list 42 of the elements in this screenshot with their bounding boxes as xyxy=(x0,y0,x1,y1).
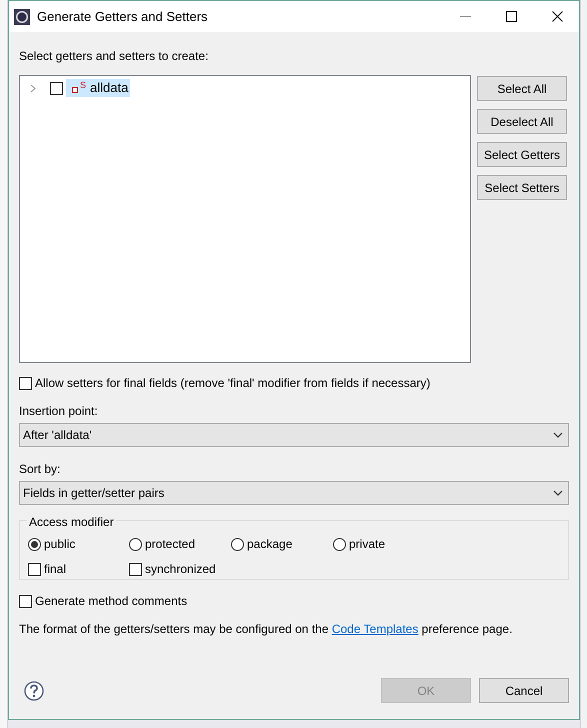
tree-label: Select getters and setters to create: xyxy=(19,48,210,65)
chevron-right-icon[interactable] xyxy=(30,84,36,92)
side-button[interactable]: Deselect All xyxy=(477,109,567,134)
radio-label: package xyxy=(247,536,292,553)
radio-button[interactable] xyxy=(333,538,346,550)
radio-button[interactable] xyxy=(231,538,244,550)
radio-button[interactable] xyxy=(129,538,142,550)
checkbox-label: Generate method comments xyxy=(35,593,188,610)
dropdown[interactable]: After 'alldata' xyxy=(19,423,569,447)
chevron-down-icon xyxy=(553,490,563,496)
checkbox-label: final xyxy=(44,561,66,578)
tree-item[interactable]: S alldata xyxy=(66,79,130,97)
radio-button[interactable] xyxy=(28,538,41,550)
close-icon[interactable] xyxy=(552,11,563,22)
code-templates-link[interactable]: Code Templates xyxy=(332,622,418,636)
chevron-down-icon xyxy=(553,432,563,438)
tree-item-label: alldata xyxy=(90,79,128,98)
radio-label: protected xyxy=(145,536,196,553)
checkbox[interactable] xyxy=(19,376,32,390)
side-button[interactable]: Select All xyxy=(477,76,567,101)
side-button[interactable]: Select Getters xyxy=(477,142,567,167)
dropdown-value: After 'alldata' xyxy=(23,427,92,444)
checkbox-label: Allow setters for final fields (remove 'final' modifier from fields if necessary) xyxy=(35,375,430,392)
static-modifier-letter: S xyxy=(80,79,86,92)
window-title: Generate Getters and Setters xyxy=(37,8,208,26)
checkbox[interactable] xyxy=(19,594,32,608)
side-button[interactable]: Select Setters xyxy=(477,175,567,200)
checkbox-label: synchronized xyxy=(145,561,216,578)
checkbox[interactable] xyxy=(50,82,63,94)
info-text: The format of the getters/setters may be configured on the Code Templates preference page. xyxy=(19,621,514,638)
maximize-icon[interactable] xyxy=(506,11,517,22)
field-icon xyxy=(72,86,78,92)
field-label: Sort by: xyxy=(19,461,62,478)
checkbox[interactable] xyxy=(129,562,142,576)
radio-label: private xyxy=(349,536,386,553)
dropdown[interactable]: Fields in getter/setter pairs xyxy=(19,481,569,505)
help-icon[interactable] xyxy=(24,680,44,700)
dialog-button[interactable]: Cancel xyxy=(479,678,569,703)
dropdown-value: Fields in getter/setter pairs xyxy=(23,485,164,502)
checkbox[interactable] xyxy=(28,562,41,576)
radio-label: public xyxy=(44,536,76,553)
field-label: Insertion point: xyxy=(19,403,99,420)
